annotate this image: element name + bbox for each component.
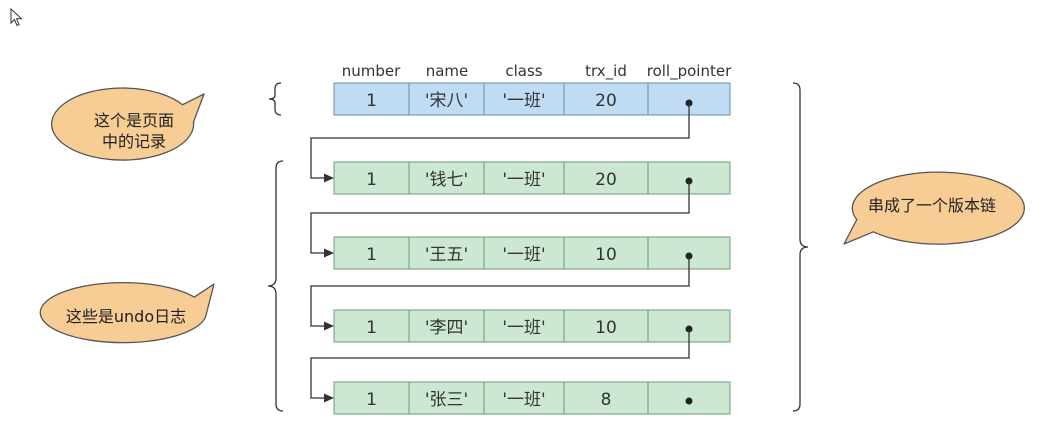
page-record-name: '宋八' (425, 91, 468, 111)
undo-log-class: '一班' (502, 245, 545, 265)
undo-log-class: '一班' (502, 318, 545, 338)
undo-logs-callout: 这些是undo日志 (39, 282, 215, 344)
page-record-callout-line1: 这个是页面 (94, 111, 174, 130)
page-record-trx-id: 20 (595, 91, 617, 111)
version-chain-brace (792, 82, 809, 412)
undo-log-name: '钱七' (425, 170, 468, 190)
undo-log-row: 1 '李四' '一班' 10 (333, 309, 731, 343)
undo-log-trx-id: 10 (595, 245, 617, 265)
page-record-brace (268, 82, 282, 116)
undo-log-number: 1 (366, 170, 377, 190)
undo-logs-brace (267, 160, 284, 412)
undo-log-name: '李四' (425, 318, 468, 338)
page-record-row: 1 '宋八' '一班' 20 (333, 82, 731, 116)
column-header-roll-pointer: roll_pointer (647, 62, 732, 81)
undo-log-class: '一班' (502, 170, 545, 190)
column-header-name: name (426, 62, 469, 80)
version-chain-callout-text: 串成了一个版本链 (868, 196, 996, 215)
undo-log-pointer-dot (685, 397, 693, 405)
undo-log-rows: 1 '钱七' '一班' 20 1 '王五' '一班' 10 1 '李四' '一班' 10 1 '张三' '一… (333, 161, 731, 415)
column-headers: number name class trx_id roll_pointer (342, 62, 732, 81)
undo-log-number: 1 (366, 318, 377, 338)
roll-pointer-arrowhead (324, 393, 334, 403)
undo-log-trx-id: 20 (595, 170, 617, 190)
column-header-trx-id: trx_id (585, 62, 627, 81)
page-record-callout-line2: 中的记录 (102, 132, 166, 151)
version-chain-diagram: number name class trx_id roll_pointer 1 … (39, 62, 1025, 415)
roll-pointer-arrowhead (324, 248, 334, 258)
undo-log-number: 1 (366, 390, 377, 410)
undo-log-row: 1 '钱七' '一班' 20 (333, 161, 731, 195)
page-record-class: '一班' (502, 91, 545, 111)
undo-log-name: '张三' (425, 390, 468, 410)
column-header-class: class (505, 62, 542, 80)
undo-log-class: '一班' (502, 390, 545, 410)
undo-log-row: 1 '王五' '一班' 10 (333, 236, 731, 270)
undo-log-trx-id: 8 (601, 390, 612, 410)
undo-log-number: 1 (366, 245, 377, 265)
undo-log-name: '王五' (425, 245, 468, 265)
roll-pointer-arrowhead (324, 173, 334, 183)
page-record-callout: 这个是页面 中的记录 (50, 87, 205, 161)
roll-pointer-arrowhead (324, 321, 334, 331)
undo-logs-callout-text: 这些是undo日志 (66, 307, 186, 326)
undo-log-trx-id: 10 (595, 318, 617, 338)
page-record-number: 1 (366, 91, 377, 111)
undo-log-row: 1 '张三' '一班' 8 (333, 381, 731, 415)
column-header-number: number (342, 62, 401, 80)
version-chain-callout: 串成了一个版本链 (843, 171, 1025, 245)
